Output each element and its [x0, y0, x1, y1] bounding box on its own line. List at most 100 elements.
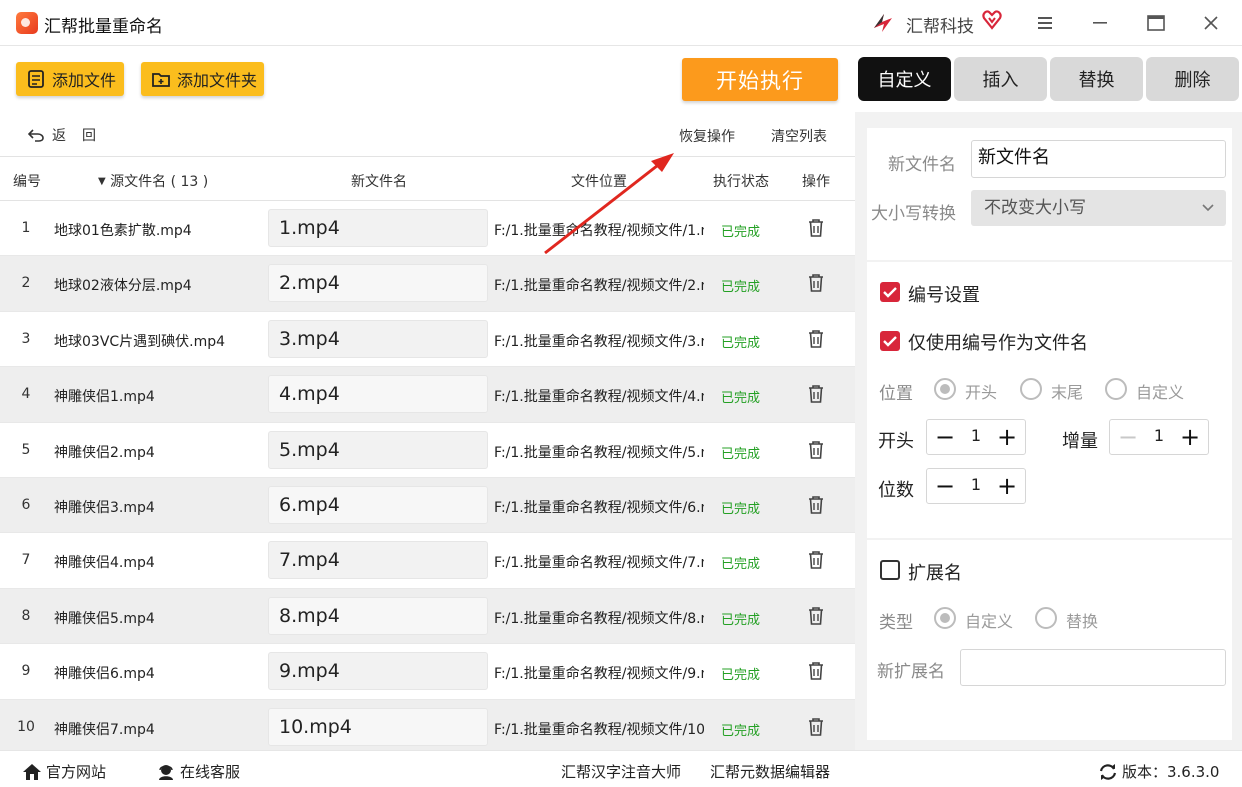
add-folder-label: 添加文件夹 — [177, 71, 258, 90]
tab-insert[interactable]: 插入 — [954, 57, 1047, 101]
table-row[interactable]: 3 地球03VC片遇到碘伏.mp4 3.mp4 F:/1.批量重命名教程/视频文件/3… — [0, 312, 855, 368]
digits-decrement-button[interactable]: − — [927, 469, 963, 503]
file-path: F:/1.批量重命名教程/视频文件/6.m — [494, 499, 704, 516]
start-stepper[interactable]: − 1 + — [926, 419, 1026, 455]
table-row[interactable]: 5 神雕侠侣2.mp4 5.mp4 F:/1.批量重命名教程/视频文件/5.m 已完成 — [0, 423, 855, 478]
new-filename-input[interactable]: 8.mp4 — [268, 596, 488, 635]
app-window: 汇帮批量重命名 汇帮科技 添加文件 添加文件夹 开始执行 自定义 插入 替换 删… — [0, 0, 1242, 787]
title-bar: 汇帮批量重命名 汇帮科技 — [0, 0, 1242, 46]
position-option-end: 末尾 — [1051, 383, 1084, 402]
refresh-icon — [1099, 763, 1117, 780]
menu-icon[interactable] — [1030, 8, 1060, 38]
tab-replace[interactable]: 替换 — [1050, 57, 1143, 101]
file-path: F:/1.批量重命名教程/视频文件/1.m — [494, 223, 704, 239]
app-link-pinyin[interactable]: 汇帮汉字注音大师 — [561, 761, 681, 782]
source-filename: 神雕侠侣7.mp4 — [54, 721, 155, 738]
table-row[interactable]: 4 神雕侠侣1.mp4 4.mp4 F:/1.批量重命名教程/视频文件/4.m 已完成 — [0, 367, 855, 423]
delete-icon[interactable] — [807, 717, 825, 737]
file-path: F:/1.批量重命名教程/视频文件/10.r — [494, 721, 704, 738]
increment-value[interactable]: 1 — [1146, 420, 1172, 452]
increment-stepper[interactable]: − 1 + — [1109, 419, 1209, 455]
start-button[interactable]: 开始执行 — [682, 58, 838, 101]
type-radio-custom[interactable] — [934, 607, 956, 629]
only-number-checkbox[interactable] — [880, 331, 900, 351]
only-number-label: 仅使用编号作为文件名 — [908, 333, 1088, 354]
delete-icon[interactable] — [807, 384, 825, 404]
position-radio-custom[interactable] — [1105, 378, 1127, 400]
row-number: 9 — [21, 663, 31, 680]
position-radio-start[interactable] — [934, 378, 956, 400]
version-label: 版本：3.6.3.0 — [1122, 763, 1220, 781]
close-icon[interactable] — [1196, 8, 1226, 38]
digits-increment-button[interactable]: + — [989, 469, 1025, 503]
tab-delete[interactable]: 删除 — [1146, 57, 1239, 101]
new-filename-input[interactable]: 2.mp4 — [268, 264, 488, 303]
file-path: F:/1.批量重命名教程/视频文件/5.m — [494, 444, 704, 461]
delete-icon[interactable] — [807, 329, 825, 349]
folder-add-icon — [152, 73, 170, 87]
restore-button[interactable]: 恢复操作 — [679, 126, 735, 146]
new-filename-input[interactable]: 6.mp4 — [268, 485, 488, 524]
table-row[interactable]: 8 神雕侠侣5.mp4 8.mp4 F:/1.批量重命名教程/视频文件/8.m 已完成 — [0, 588, 855, 645]
back-button[interactable]: 返回 — [28, 125, 112, 145]
new-filename-input[interactable]: 7.mp4 — [268, 541, 488, 580]
add-file-button[interactable]: 添加文件 — [16, 62, 124, 96]
delete-icon[interactable] — [807, 273, 825, 293]
delete-icon[interactable] — [807, 550, 825, 570]
new-filename-input[interactable]: 10.mp4 — [268, 707, 488, 746]
clear-list-button[interactable]: 清空列表 — [771, 126, 827, 146]
numbering-checkbox[interactable] — [880, 282, 900, 302]
table-row[interactable]: 2 地球02液体分层.mp4 2.mp4 F:/1.批量重命名教程/视频文件/2.m 已… — [0, 256, 855, 312]
new-filename-input[interactable]: 1.mp4 — [268, 209, 488, 247]
case-select-value: 不改变大小写 — [984, 198, 1086, 218]
home-icon — [23, 763, 41, 780]
heart-badge-icon[interactable] — [982, 10, 1002, 30]
new-filename-input[interactable]: 9.mp4 — [268, 652, 488, 691]
start-increment-button[interactable]: + — [989, 420, 1025, 454]
digits-value[interactable]: 1 — [963, 469, 989, 501]
delete-icon[interactable] — [807, 606, 825, 626]
official-website-link[interactable]: 官方网站 — [22, 761, 106, 782]
delete-icon[interactable] — [807, 440, 825, 460]
delete-icon[interactable] — [807, 495, 825, 515]
new-filename-input[interactable]: 4.mp4 — [268, 375, 488, 414]
start-value[interactable]: 1 — [963, 420, 989, 452]
maximize-icon[interactable] — [1141, 8, 1171, 38]
extension-checkbox[interactable] — [880, 560, 900, 580]
table-row[interactable]: 1 地球01色素扩散.mp4 1.mp4 F:/1.批量重命名教程/视频文件/1.m 已… — [0, 201, 855, 257]
new-filename-input[interactable]: 5.mp4 — [268, 430, 488, 469]
row-number: 1 — [21, 220, 31, 236]
delete-icon[interactable] — [807, 218, 825, 238]
app-link-metadata[interactable]: 汇帮元数据编辑器 — [710, 761, 830, 782]
minimize-icon[interactable] — [1085, 8, 1115, 38]
add-folder-button[interactable]: 添加文件夹 — [141, 62, 264, 96]
file-path: F:/1.批量重命名教程/视频文件/9.m — [494, 666, 704, 683]
table-row[interactable]: 9 神雕侠侣6.mp4 9.mp4 F:/1.批量重命名教程/视频文件/9.m 已完成 — [0, 644, 855, 700]
row-number: 2 — [21, 275, 31, 292]
source-filename: 神雕侠侣2.mp4 — [54, 444, 155, 461]
version-info[interactable]: 版本：3.6.3.0 — [1098, 761, 1219, 782]
header-source[interactable]: ▼ 源文件名 ( 13 ) — [98, 171, 208, 191]
new-name-label: 新文件名 — [888, 155, 956, 175]
increment-increment-button[interactable]: + — [1172, 420, 1208, 454]
position-radio-end[interactable] — [1020, 378, 1042, 400]
start-decrement-button[interactable]: − — [927, 420, 963, 454]
increment-decrement-button[interactable]: − — [1110, 420, 1146, 454]
row-number: 8 — [21, 607, 31, 624]
case-select[interactable]: 不改变大小写 — [971, 190, 1226, 226]
type-radio-replace[interactable] — [1035, 607, 1057, 629]
tab-custom[interactable]: 自定义 — [858, 57, 951, 101]
file-path: F:/1.批量重命名教程/视频文件/7.m — [494, 555, 704, 572]
online-support-link[interactable]: 在线客服 — [156, 761, 240, 782]
header-source-label: 源文件名 ( 13 ) — [110, 174, 209, 190]
status-badge: 已完成 — [721, 225, 761, 240]
table-row[interactable]: 7 神雕侠侣4.mp4 7.mp4 F:/1.批量重命名教程/视频文件/7.m 已完成 — [0, 533, 855, 589]
delete-icon[interactable] — [807, 661, 825, 681]
new-name-input[interactable]: 新文件名 — [971, 140, 1226, 178]
digits-stepper[interactable]: − 1 + — [926, 468, 1026, 504]
table-row[interactable]: 6 神雕侠侣3.mp4 6.mp4 F:/1.批量重命名教程/视频文件/6.m 已完成 — [0, 477, 855, 534]
new-filename-input[interactable]: 3.mp4 — [268, 319, 488, 358]
table-row[interactable]: 10 神雕侠侣7.mp4 10.mp4 F:/1.批量重命名教程/视频文件/10.r 已… — [0, 699, 855, 750]
table-header: 编号 ▼ 源文件名 ( 13 ) 新文件名 文件位置 执行状态 操作 — [0, 156, 855, 201]
new-ext-input[interactable] — [960, 649, 1226, 686]
